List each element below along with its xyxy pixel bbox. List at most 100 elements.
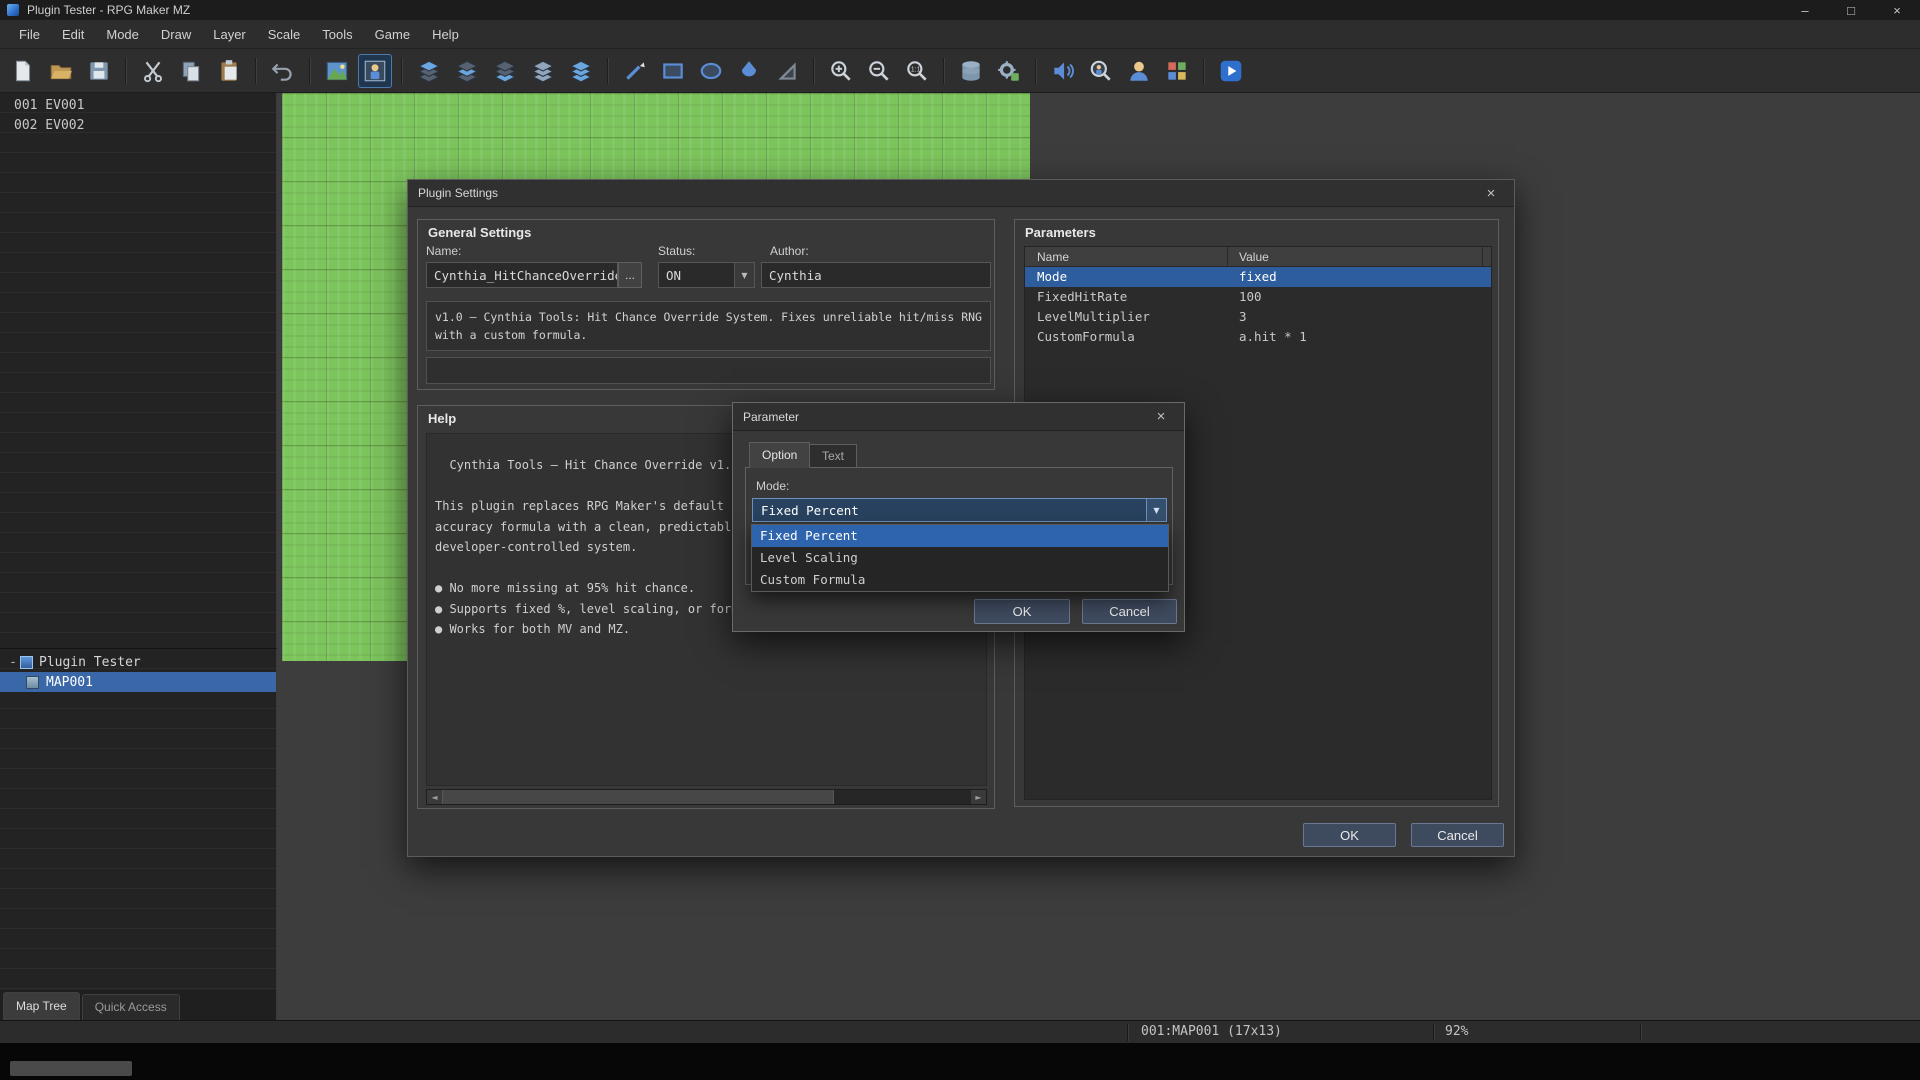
scroll-left-icon[interactable]: ◄ xyxy=(427,790,442,804)
layer-3-button[interactable] xyxy=(488,54,522,88)
open-project-button[interactable] xyxy=(44,54,78,88)
save-project-button[interactable] xyxy=(82,54,116,88)
table-row[interactable]: Mode fixed xyxy=(1025,267,1491,287)
browse-plugin-button[interactable]: ... xyxy=(618,262,642,288)
plugin-name-input[interactable]: Cynthia_HitChanceOverride xyxy=(426,262,618,288)
table-row[interactable]: LevelMultiplier 3 xyxy=(1025,307,1491,327)
character-generator-button[interactable] xyxy=(1122,54,1156,88)
menu-mode[interactable]: Mode xyxy=(95,23,150,46)
map-tree: - Plugin Tester MAP001 xyxy=(0,648,277,990)
mode-combo[interactable]: Fixed Percent ▼ xyxy=(752,498,1167,522)
scroll-right-icon[interactable]: ► xyxy=(971,790,986,804)
plugin-settings-cancel-button[interactable]: Cancel xyxy=(1411,823,1504,847)
parameter-dialog-close-button[interactable]: × xyxy=(1148,408,1174,425)
plugin-extra-box xyxy=(426,357,991,384)
tab-quick-access[interactable]: Quick Access xyxy=(81,994,180,1020)
plugin-manager-button[interactable] xyxy=(992,54,1026,88)
status-combo[interactable]: ON ▼ xyxy=(658,262,755,288)
cut-button[interactable] xyxy=(136,54,170,88)
maximize-button[interactable]: □ xyxy=(1828,0,1874,20)
zoom-in-icon xyxy=(831,60,851,81)
dropdown-option-level-scaling[interactable]: Level Scaling xyxy=(752,547,1168,569)
parameters-group-title: Parameters xyxy=(1025,225,1096,240)
param-value: a.hit * 1 xyxy=(1239,329,1307,344)
layer-1-button[interactable] xyxy=(412,54,446,88)
shadow-pen-button[interactable] xyxy=(770,54,804,88)
map-mode-button[interactable] xyxy=(320,54,354,88)
dropdown-option-fixed-percent[interactable]: Fixed Percent xyxy=(752,525,1168,547)
layer-all-button[interactable] xyxy=(564,54,598,88)
open-project-icon xyxy=(50,64,72,79)
layer-2-icon xyxy=(456,60,478,82)
author-input[interactable]: Cynthia xyxy=(761,262,991,288)
zoom-in-button[interactable] xyxy=(824,54,858,88)
tab-map-tree[interactable]: Map Tree xyxy=(3,992,80,1020)
toolbar-separator xyxy=(813,57,815,84)
chevron-down-icon[interactable]: ▼ xyxy=(1146,499,1166,521)
database-button[interactable] xyxy=(954,54,988,88)
param-value: fixed xyxy=(1239,269,1277,284)
plugin-settings-titlebar: Plugin Settings × xyxy=(408,180,1514,207)
menu-game[interactable]: Game xyxy=(364,23,421,46)
scrollbar-thumb[interactable] xyxy=(442,790,834,804)
menu-file[interactable]: File xyxy=(8,23,51,46)
sound-test-button[interactable] xyxy=(1046,54,1080,88)
menu-help[interactable]: Help xyxy=(421,23,470,46)
event-searcher-button[interactable] xyxy=(1084,54,1118,88)
ellipse-tool-button[interactable] xyxy=(694,54,728,88)
parameter-cancel-button[interactable]: Cancel xyxy=(1082,599,1177,624)
toolbar-separator xyxy=(125,57,127,84)
tab-text[interactable]: Text xyxy=(809,444,858,468)
column-header-value: Value xyxy=(1228,247,1483,266)
event-mode-button[interactable] xyxy=(358,53,392,88)
paste-button[interactable] xyxy=(212,54,246,88)
table-row[interactable]: FixedHitRate 100 xyxy=(1025,287,1491,307)
minimize-button[interactable]: – xyxy=(1782,0,1828,20)
plugin-settings-ok-button[interactable]: OK xyxy=(1303,823,1396,847)
table-row[interactable]: CustomFormula a.hit * 1 xyxy=(1025,327,1491,347)
copy-button[interactable] xyxy=(174,54,208,88)
tab-option[interactable]: Option xyxy=(749,442,811,468)
new-project-button[interactable] xyxy=(6,54,40,88)
event-list-item[interactable]: 002 EV002 xyxy=(0,116,276,136)
chevron-down-icon[interactable]: ▼ xyxy=(734,263,754,287)
zoom-out-button[interactable] xyxy=(862,54,896,88)
help-horizontal-scrollbar[interactable]: ◄ ► xyxy=(426,789,987,805)
menu-scale[interactable]: Scale xyxy=(257,23,312,46)
map-tree-item-map001[interactable]: MAP001 xyxy=(0,672,276,692)
maximize-icon: □ xyxy=(1847,2,1855,18)
layer-4-button[interactable] xyxy=(526,54,560,88)
scrollbar-track[interactable] xyxy=(834,790,971,804)
undo-button[interactable] xyxy=(266,54,300,88)
event-list-item[interactable]: 001 EV001 xyxy=(0,96,276,116)
parameter-ok-button[interactable]: OK xyxy=(974,599,1070,624)
map-file-icon xyxy=(26,675,39,689)
window-controls: – □ × xyxy=(1782,0,1920,20)
pen-tool-button[interactable] xyxy=(618,54,652,88)
window-titlebar: Plugin Tester - RPG Maker MZ – □ × xyxy=(0,0,1920,20)
rectangle-tool-button[interactable] xyxy=(656,54,690,88)
menu-tools[interactable]: Tools xyxy=(311,23,363,46)
parameter-dialog-title: Parameter xyxy=(743,409,800,424)
shadow-pen-icon xyxy=(778,61,796,80)
dropdown-option-custom-formula[interactable]: Custom Formula xyxy=(752,569,1168,591)
menu-edit[interactable]: Edit xyxy=(51,23,95,46)
pen-tool-icon xyxy=(626,61,645,80)
flood-fill-button[interactable] xyxy=(732,54,766,88)
tree-collapse-icon[interactable]: - xyxy=(6,655,20,670)
statusbar-map-info: 001:MAP001 (17x13) xyxy=(1141,1024,1282,1039)
toolbar: 1:1 xyxy=(0,49,1920,93)
menu-layer[interactable]: Layer xyxy=(202,23,257,46)
close-button[interactable]: × xyxy=(1874,0,1920,20)
playtest-button[interactable] xyxy=(1214,54,1248,88)
undo-icon xyxy=(271,63,292,81)
minimize-icon: – xyxy=(1801,2,1809,18)
map-tree-root[interactable]: - Plugin Tester xyxy=(0,652,276,672)
status-combo-value: ON xyxy=(666,267,682,283)
zoom-actual-button[interactable]: 1:1 xyxy=(900,54,934,88)
general-settings-group: General Settings Name: Cynthia_HitChance… xyxy=(417,219,995,390)
menu-draw[interactable]: Draw xyxy=(150,23,202,46)
plugin-settings-close-button[interactable]: × xyxy=(1478,185,1504,202)
layer-2-button[interactable] xyxy=(450,54,484,88)
resource-manager-button[interactable] xyxy=(1160,54,1194,88)
